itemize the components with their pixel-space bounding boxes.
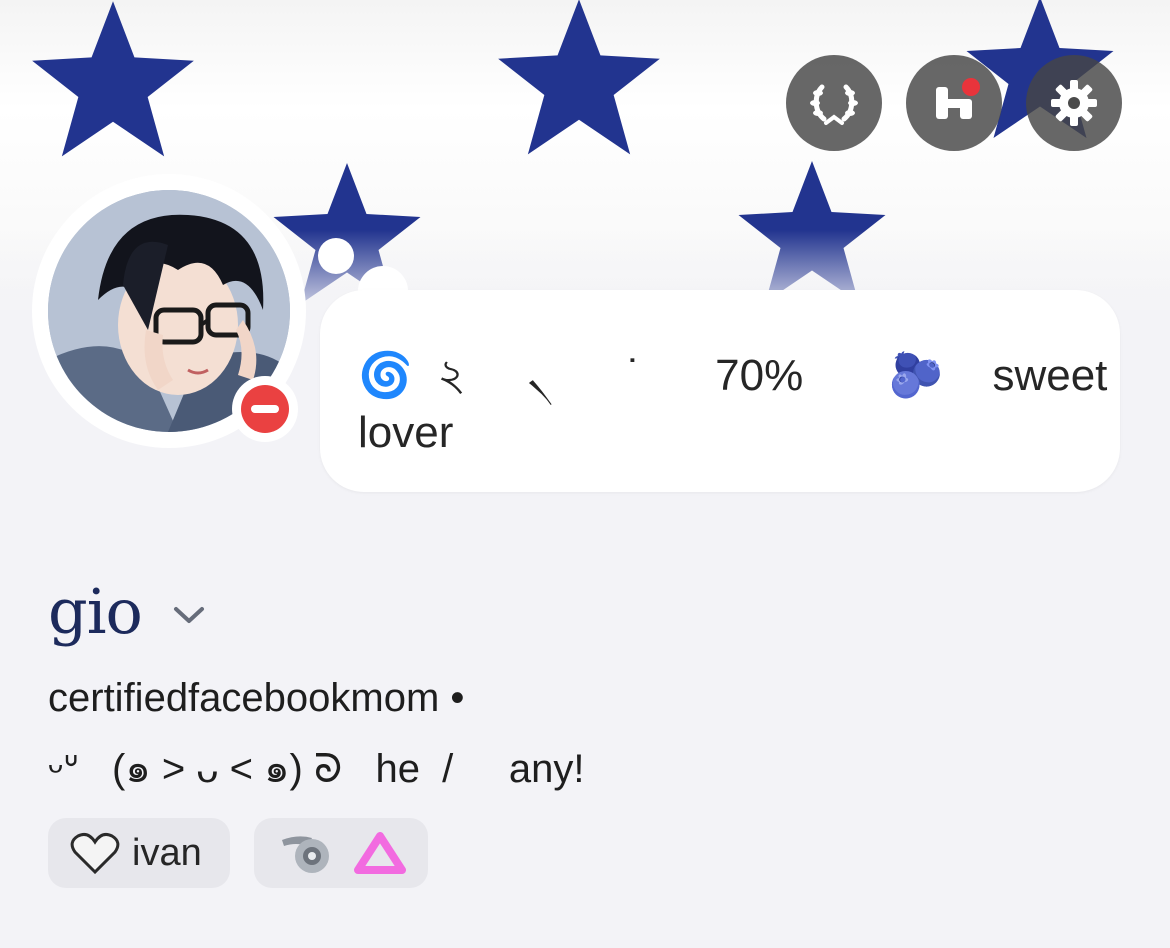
laurel-wreath-button[interactable] <box>786 55 882 151</box>
banner-star <box>498 0 660 155</box>
tag-pill-icons[interactable] <box>254 818 428 888</box>
disc-icon <box>282 836 329 873</box>
pronouns-line: ᵕᐡ (๑ > ᴗ < ๑) ᘐ he / any! <box>48 747 585 791</box>
shop-button[interactable] <box>906 55 1002 151</box>
username-line: certifiedfacebookmom • <box>48 676 465 720</box>
chevron-down-icon[interactable] <box>172 604 206 626</box>
tag-pill-ivan[interactable]: ivan <box>48 818 230 888</box>
white-heart-icon <box>70 833 120 874</box>
do-not-disturb-icon <box>241 385 289 433</box>
thought-bubble-dot <box>318 238 354 274</box>
tag-label: ivan <box>132 831 202 874</box>
custom-status-line-1: 🌀 ২ ৲ ˙ 70% 🫐 sweet <box>358 351 1108 400</box>
custom-status-line-2: lover <box>358 408 454 457</box>
triangle-icon <box>354 832 406 874</box>
banner-star <box>32 1 194 157</box>
display-name: gio <box>48 575 143 648</box>
laurel-wreath-icon <box>810 84 858 125</box>
gear-icon <box>1051 80 1097 126</box>
status-badge <box>232 376 298 442</box>
notification-dot <box>962 78 980 96</box>
custom-status-bubble[interactable]: 🌀 ২ ৲ ˙ 70% 🫐 sweet lover <box>320 290 1120 492</box>
settings-button[interactable] <box>1026 55 1122 151</box>
